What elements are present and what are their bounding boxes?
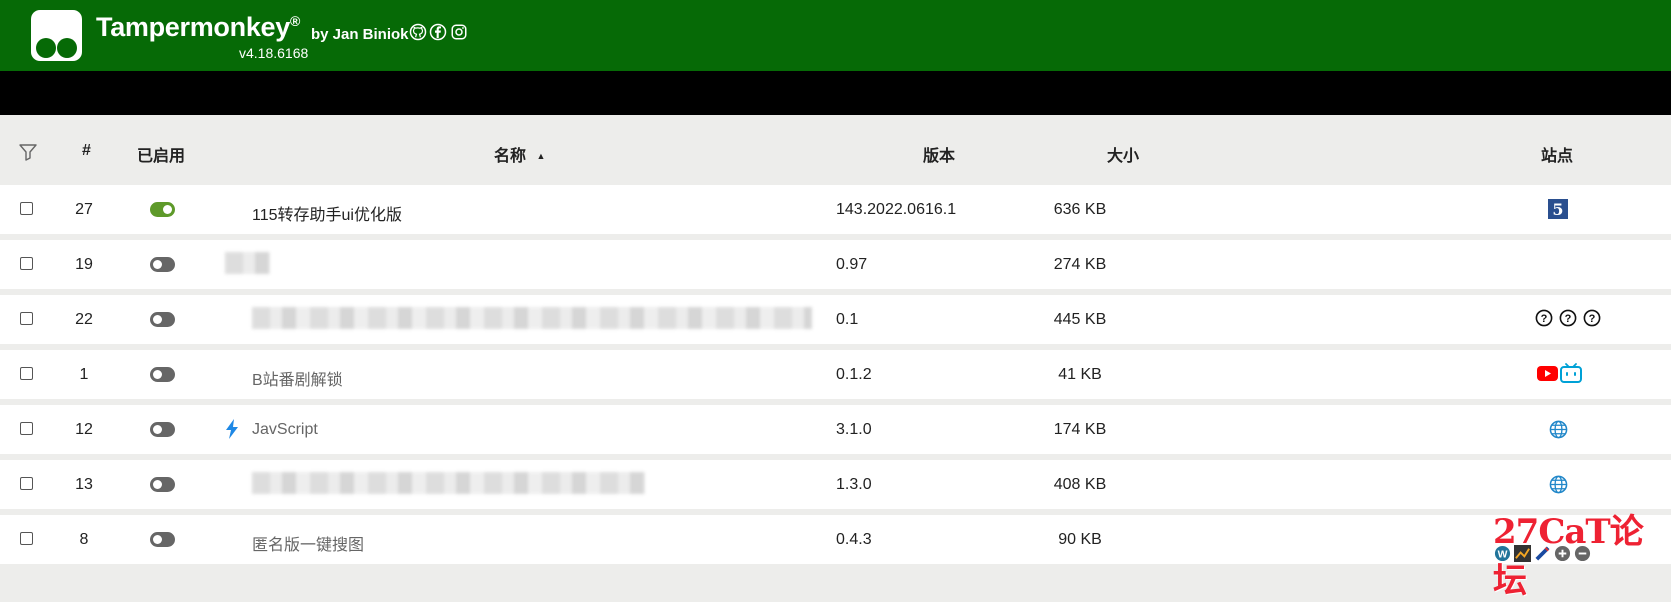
sort-ascending-icon: ▲ — [536, 151, 546, 161]
script-size: 90 KB — [1058, 531, 1102, 548]
black-bar — [0, 71, 1671, 115]
svg-text:5: 5 — [1552, 200, 1563, 219]
table-row: 27 115转存助手ui优化版 143.2022.0616.1 636 KB 5 — [0, 185, 1671, 234]
script-size: 274 KB — [1053, 256, 1107, 273]
logo-eye-right — [57, 38, 77, 58]
column-name-label: 名称 — [494, 148, 527, 165]
filter-icon[interactable] — [18, 142, 38, 162]
column-enabled[interactable]: 已启用 — [137, 142, 185, 166]
table-row: 19 0.97 274 KB — [0, 240, 1671, 289]
row-number: 8 — [79, 531, 89, 548]
row-number: 1 — [79, 366, 89, 383]
script-size: 41 KB — [1058, 366, 1102, 383]
svg-text:?: ? — [1565, 313, 1572, 325]
script-version: 1.3.0 — [836, 476, 872, 493]
question-icon[interactable]: ? — [1535, 309, 1553, 332]
tampermonkey-logo-icon[interactable] — [31, 10, 82, 61]
column-version[interactable]: 版本 — [923, 142, 955, 166]
script-size: 445 KB — [1053, 311, 1107, 328]
row-checkbox[interactable] — [20, 312, 33, 325]
column-name[interactable]: 名称 ▲ — [494, 142, 545, 166]
script-size: 408 KB — [1053, 476, 1107, 493]
enable-toggle[interactable] — [150, 422, 175, 437]
column-number[interactable]: # — [82, 142, 91, 160]
facebook-icon[interactable] — [429, 23, 447, 41]
table-row: 22 0.1 445 KB ? ? ? — [0, 295, 1671, 344]
column-sites[interactable]: 站点 — [1541, 142, 1573, 166]
globe-icon[interactable] — [1549, 475, 1568, 499]
enable-toggle[interactable] — [150, 532, 175, 547]
question-icon[interactable]: ? — [1583, 309, 1601, 332]
row-checkbox[interactable] — [20, 532, 33, 545]
app-header: Tampermonkey® by Jan Biniok v4.18.6168 — [0, 0, 1671, 71]
row-checkbox[interactable] — [20, 202, 33, 215]
version-label: v4.18.6168 — [239, 45, 309, 61]
script-name[interactable]: JavScript — [252, 421, 318, 439]
enable-toggle[interactable] — [150, 367, 175, 382]
enable-toggle[interactable] — [150, 477, 175, 492]
script-version: 0.97 — [836, 256, 868, 273]
row-number: 19 — [75, 256, 93, 273]
forum-watermark: 27CaT论坛 — [1493, 512, 1644, 601]
table-row: 8 匿名版一键搜图 0.4.3 90 KB W — [0, 515, 1671, 564]
script-version: 143.2022.0616.1 — [836, 201, 957, 218]
enable-toggle[interactable] — [150, 312, 175, 327]
script-version: 0.4.3 — [836, 531, 872, 548]
table-header: # 已启用 名称 ▲ 版本 大小 站点 — [0, 115, 1671, 185]
script-size: 636 KB — [1053, 201, 1107, 218]
row-checkbox[interactable] — [20, 367, 33, 380]
row-number: 13 — [75, 476, 93, 493]
script-name[interactable]: B站番剧解锁 — [252, 366, 343, 390]
logo-eye-left — [36, 38, 56, 58]
row-checkbox[interactable] — [20, 422, 33, 435]
youtube-icon[interactable] — [1537, 366, 1558, 386]
table-row: 13 1.3.0 408 KB — [0, 460, 1671, 509]
row-number: 22 — [75, 311, 93, 328]
script-version: 3.1.0 — [836, 421, 872, 438]
bilibili-icon[interactable] — [1560, 363, 1582, 388]
app-title: Tampermonkey® — [96, 12, 300, 43]
table-row: 1 B站番剧解锁 0.1.2 41 KB — [0, 350, 1671, 399]
script-version: 0.1.2 — [836, 366, 872, 383]
github-icon[interactable] — [409, 23, 427, 41]
column-size[interactable]: 大小 — [1107, 142, 1139, 166]
svg-text:?: ? — [1589, 313, 1596, 325]
script-name-redacted[interactable] — [252, 307, 812, 329]
author-label: by Jan Biniok — [311, 26, 409, 43]
site-5-icon[interactable]: 5 — [1548, 199, 1568, 224]
row-number: 12 — [75, 421, 93, 438]
app-title-text: Tampermonkey — [96, 12, 290, 42]
row-number: 27 — [75, 201, 93, 218]
script-name-redacted[interactable] — [252, 472, 645, 494]
table-row: 12 JavScript 3.1.0 174 KB — [0, 405, 1671, 454]
enable-toggle[interactable] — [150, 202, 175, 217]
enable-toggle[interactable] — [150, 257, 175, 272]
instagram-icon[interactable] — [450, 23, 468, 41]
row-checkbox[interactable] — [20, 257, 33, 270]
script-name-redacted[interactable] — [225, 252, 270, 274]
registered-mark: ® — [289, 13, 300, 29]
script-name[interactable]: 115转存助手ui优化版 — [252, 201, 402, 225]
svg-text:?: ? — [1541, 313, 1548, 325]
question-icon[interactable]: ? — [1559, 309, 1577, 332]
row-checkbox[interactable] — [20, 477, 33, 490]
lightning-bolt-icon — [226, 419, 238, 439]
script-name[interactable]: 匿名版一键搜图 — [252, 531, 364, 555]
script-version: 0.1 — [836, 311, 859, 328]
script-size: 174 KB — [1053, 421, 1107, 438]
globe-icon[interactable] — [1549, 420, 1568, 444]
